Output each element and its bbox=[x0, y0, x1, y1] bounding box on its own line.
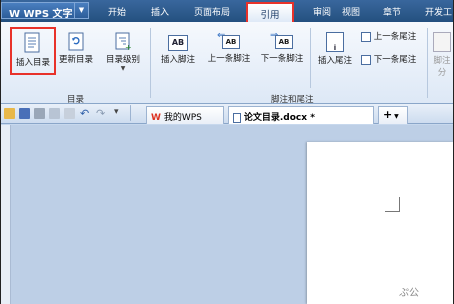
app-title: WPS 文字 bbox=[23, 9, 73, 20]
next-endnote-button[interactable]: 下一条尾注 bbox=[361, 53, 416, 65]
save-icon[interactable] bbox=[19, 108, 30, 119]
document-icon bbox=[233, 112, 241, 123]
toc-level-icon: + bbox=[115, 32, 132, 51]
footnote-settings-label: 脚注 bbox=[433, 56, 451, 66]
footnote-settings-button[interactable]: 脚注 分 bbox=[430, 32, 453, 78]
chevron-down-icon: ▼ bbox=[392, 113, 399, 120]
customize-toolbar-icon[interactable]: ▾ bbox=[114, 107, 126, 119]
redo-icon[interactable]: ↷ bbox=[96, 107, 108, 120]
new-tab-button[interactable]: + ▼ bbox=[378, 106, 408, 124]
group-divider bbox=[150, 28, 151, 98]
add-icon: + bbox=[383, 108, 393, 121]
format-painter-icon[interactable] bbox=[64, 108, 75, 119]
app-menu-button[interactable]: W WPS 文字 ▼ bbox=[1, 2, 89, 20]
next-footnote-icon: ⇒AB bbox=[270, 30, 294, 50]
prev-footnote-label: 上一条脚注 bbox=[207, 54, 251, 64]
endnote-icon: i bbox=[326, 32, 344, 52]
undo-icon[interactable]: ↶ bbox=[80, 107, 92, 120]
chevron-down-icon: ▼ bbox=[120, 65, 126, 72]
update-toc-label: 更新目录 bbox=[58, 55, 93, 65]
wps-logo-icon: W bbox=[9, 9, 24, 20]
next-endnote-icon bbox=[361, 54, 371, 65]
document-page[interactable] bbox=[307, 142, 453, 304]
my-wps-label: 我的WPS bbox=[163, 113, 202, 123]
group-divider bbox=[427, 28, 428, 98]
insert-endnote-label: 插入尾注 bbox=[317, 56, 352, 66]
toc-document-icon bbox=[24, 32, 40, 53]
print-icon[interactable] bbox=[34, 108, 45, 119]
toc-level-button[interactable]: + 目录级别 ▼ bbox=[101, 31, 145, 72]
footnote-settings-icon bbox=[433, 32, 451, 52]
tab-developer[interactable]: 开发工 bbox=[425, 5, 452, 19]
prev-footnote-button[interactable]: ⇐AB 上一条脚注 bbox=[204, 30, 254, 64]
insert-toc-button[interactable]: 插入目录 bbox=[10, 27, 56, 75]
watermark-text: ぷ公 bbox=[399, 288, 419, 299]
tab-my-wps[interactable]: W 我的WPS bbox=[146, 106, 224, 124]
insert-toc-label: 插入目录 bbox=[15, 58, 50, 68]
toc-level-label: 目录级别 bbox=[105, 55, 140, 65]
tab-home[interactable]: 开始 bbox=[108, 5, 126, 19]
refresh-icon bbox=[68, 32, 84, 51]
prev-endnote-label: 上一条尾注 bbox=[373, 32, 417, 42]
current-document-label: 论文目录.docx * bbox=[243, 113, 315, 123]
prev-endnote-button[interactable]: 上一条尾注 bbox=[361, 30, 416, 42]
tab-insert[interactable]: 插入 bbox=[151, 5, 169, 19]
tab-chapter[interactable]: 章节 bbox=[383, 5, 401, 19]
quick-access-bar: ↶ ↷ ▾ W 我的WPS 论文目录.docx * + ▼ bbox=[1, 104, 453, 124]
toolbar-divider bbox=[130, 105, 131, 121]
app-window: W WPS 文字 ▼ 开始 插入 页面布局 审阅 视图 章节 开发工 引用 插入… bbox=[1, 0, 453, 304]
ribbon-references: 插入目录 更新目录 + 目录级别 ▼ 目录 AB 插入脚注 ⇐AB 上一条脚注 … bbox=[1, 22, 453, 105]
tab-current-document[interactable]: 论文目录.docx * bbox=[228, 106, 374, 124]
group-divider bbox=[310, 28, 311, 88]
next-footnote-label: 下一条脚注 bbox=[260, 54, 304, 64]
vertical-ruler bbox=[1, 125, 11, 304]
prev-endnote-icon bbox=[361, 31, 371, 42]
chevron-down-icon: ▼ bbox=[74, 3, 88, 18]
insert-footnote-label: 插入脚注 bbox=[160, 55, 195, 65]
prev-footnote-icon: ⇐AB bbox=[217, 30, 241, 50]
insert-endnote-button[interactable]: i 插入尾注 bbox=[315, 32, 355, 66]
tab-review[interactable]: 审阅 bbox=[313, 5, 331, 19]
next-footnote-button[interactable]: ⇒AB 下一条脚注 bbox=[257, 30, 307, 64]
footnote-icon: AB bbox=[168, 35, 188, 51]
tab-view[interactable]: 视图 bbox=[342, 5, 360, 19]
svg-text:+: + bbox=[125, 43, 132, 51]
print-preview-icon[interactable] bbox=[49, 108, 60, 119]
insert-footnote-button[interactable]: AB 插入脚注 bbox=[156, 35, 200, 65]
next-endnote-label: 下一条尾注 bbox=[373, 55, 417, 65]
tab-page-layout[interactable]: 页面布局 bbox=[194, 5, 230, 19]
open-folder-icon[interactable] bbox=[4, 108, 15, 119]
update-toc-button[interactable]: 更新目录 bbox=[55, 31, 97, 65]
title-bar: W WPS 文字 ▼ 开始 插入 页面布局 审阅 视图 章节 开发工 bbox=[1, 0, 453, 22]
wps-logo-icon: W bbox=[151, 113, 161, 123]
page-margin-corner bbox=[385, 197, 400, 212]
footnote-settings-label-2: 分 bbox=[437, 68, 447, 78]
